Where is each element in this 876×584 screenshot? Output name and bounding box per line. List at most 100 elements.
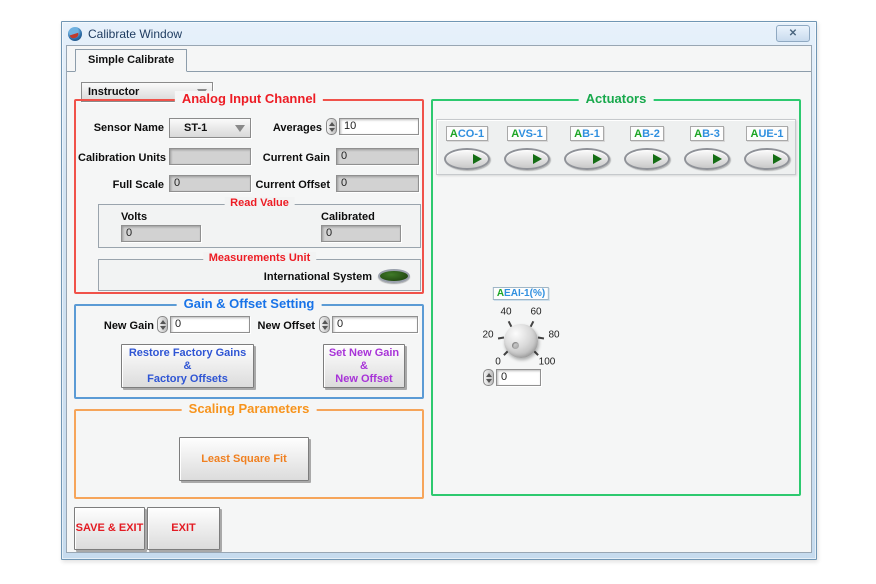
actuator-label-rest: VS-1 — [518, 128, 542, 140]
actuator-aco1-button[interactable] — [444, 148, 490, 170]
volts-label: Volts — [121, 211, 147, 223]
actuator-ab3-button[interactable] — [684, 148, 730, 170]
knob-label-rest: EAI-1(%) — [504, 288, 545, 299]
play-icon — [593, 154, 602, 164]
play-icon — [653, 154, 662, 164]
play-icon — [713, 154, 722, 164]
actuator-label-prefix: A — [694, 128, 702, 140]
spin-down-icon[interactable] — [322, 326, 328, 330]
actuator-label-rest: B-2 — [642, 128, 660, 140]
play-icon — [473, 154, 482, 164]
actuators-title: Actuators — [579, 91, 654, 106]
calibrated-field: 0 — [321, 225, 401, 242]
new-gain-field[interactable]: 0 — [170, 316, 250, 333]
international-system-toggle[interactable] — [378, 269, 410, 283]
exit-button[interactable]: EXIT — [147, 507, 220, 550]
actuator-aco1: ACO-1 — [437, 124, 497, 170]
set-new-gain-offset-button[interactable]: Set New Gain & New Offset — [323, 344, 405, 388]
spin-up-icon[interactable] — [329, 122, 335, 126]
instructor-dropdown-value: Instructor — [82, 86, 139, 98]
current-offset-field: 0 — [336, 175, 419, 192]
scaling-parameters-group: Scaling Parameters Least Square Fit — [74, 409, 424, 499]
spin-up-icon[interactable] — [322, 320, 328, 324]
calibration-units-label: Calibration Units — [78, 152, 164, 164]
read-value-title: Read Value — [224, 197, 295, 209]
window-title: Calibrate Window — [88, 27, 182, 41]
actuator-ab3-label: AB-3 — [690, 126, 724, 141]
knob-tick-40: 40 — [500, 307, 511, 318]
spin-up-icon[interactable] — [486, 373, 492, 377]
actuators-group: Actuators ACO-1 AVS-1 AB-1 AB-2 — [431, 99, 801, 496]
close-icon[interactable]: ✕ — [776, 25, 810, 42]
aeai1-value-spinner[interactable] — [483, 369, 494, 386]
actuator-ab1-button[interactable] — [564, 148, 610, 170]
spin-up-icon[interactable] — [160, 320, 166, 324]
set-new-line3: New Offset — [335, 373, 392, 386]
actuator-avs1-label: AVS-1 — [507, 126, 547, 141]
calibration-units-field — [169, 148, 251, 165]
actuator-ab1-label: AB-1 — [570, 126, 604, 141]
actuator-ab1: AB-1 — [557, 124, 617, 170]
spin-down-icon[interactable] — [486, 379, 492, 383]
window-content: Simple Calibrate Instructor Analog Input… — [66, 45, 812, 553]
current-gain-label: Current Gain — [258, 152, 330, 164]
new-offset-spinner[interactable] — [319, 316, 330, 333]
actuator-aue1: AUE-1 — [737, 124, 797, 170]
sensor-name-dropdown[interactable]: ST-1 — [169, 118, 251, 138]
knob-tick-60: 60 — [530, 307, 541, 318]
aeai1-value-field[interactable]: 0 — [496, 369, 541, 386]
current-gain-field: 0 — [336, 148, 419, 165]
tab-simple-calibrate[interactable]: Simple Calibrate — [75, 49, 187, 72]
set-new-line1: Set New Gain — [329, 347, 399, 360]
restore-factory-button[interactable]: Restore Factory Gains & Factory Offsets — [121, 344, 254, 388]
aeai1-knob[interactable] — [504, 324, 538, 358]
actuator-avs1: AVS-1 — [497, 124, 557, 170]
knob-tickmark — [538, 337, 544, 340]
read-value-group: Read Value Volts 0 Calibrated 0 — [98, 204, 421, 248]
set-new-line2: & — [360, 360, 368, 373]
least-square-fit-label: Least Square Fit — [201, 453, 287, 466]
gain-offset-group: Gain & Offset Setting New Gain 0 New Off… — [74, 304, 424, 399]
new-gain-spinner[interactable] — [157, 316, 168, 333]
actuator-label-prefix: A — [450, 128, 458, 140]
current-offset-label: Current Offset — [252, 179, 330, 191]
actuator-aue1-button[interactable] — [744, 148, 790, 170]
tab-strip: Simple Calibrate — [67, 48, 811, 72]
new-offset-field[interactable]: 0 — [332, 316, 418, 333]
least-square-fit-button[interactable]: Least Square Fit — [179, 437, 309, 481]
actuator-ab2-label: AB-2 — [630, 126, 664, 141]
actuator-avs1-button[interactable] — [504, 148, 550, 170]
averages-field[interactable]: 10 — [339, 118, 419, 135]
gain-offset-title: Gain & Offset Setting — [177, 296, 322, 311]
actuator-ab2: AB-2 — [617, 124, 677, 170]
international-system-label: International System — [264, 271, 372, 283]
measurements-unit-group: Measurements Unit International System — [98, 259, 421, 291]
play-icon — [773, 154, 782, 164]
actuator-label-prefix: A — [574, 128, 582, 140]
calibrate-window: Calibrate Window ✕ Simple Calibrate Inst… — [61, 21, 817, 560]
actuator-buttons-panel: ACO-1 AVS-1 AB-1 AB-2 AB-3 — [436, 119, 796, 175]
restore-factory-line3: Factory Offsets — [147, 373, 228, 386]
actuator-label-prefix: A — [634, 128, 642, 140]
spin-down-icon[interactable] — [329, 128, 335, 132]
actuator-label-rest: UE-1 — [758, 128, 783, 140]
restore-factory-line1: Restore Factory Gains — [129, 347, 246, 360]
new-offset-label: New Offset — [254, 320, 315, 332]
measurements-unit-title: Measurements Unit — [203, 252, 316, 264]
aeai1-knob-label: AEAI-1(%) — [493, 287, 549, 300]
knob-tick-100: 100 — [539, 357, 556, 368]
averages-spinner[interactable] — [326, 118, 337, 135]
actuator-label-rest: B-3 — [702, 128, 720, 140]
knob-tick-0: 0 — [495, 357, 501, 368]
actuator-aue1-label: AUE-1 — [746, 126, 787, 141]
volts-field: 0 — [121, 225, 201, 242]
actuator-label-rest: CO-1 — [458, 128, 484, 140]
sensor-name-value: ST-1 — [184, 122, 207, 134]
new-gain-label: New Gain — [100, 320, 154, 332]
save-exit-button[interactable]: SAVE & EXIT — [74, 507, 145, 550]
full-scale-label: Full Scale — [84, 179, 164, 191]
actuator-ab2-button[interactable] — [624, 148, 670, 170]
save-exit-label: SAVE & EXIT — [76, 522, 144, 535]
actuator-label-rest: B-1 — [582, 128, 600, 140]
spin-down-icon[interactable] — [160, 326, 166, 330]
